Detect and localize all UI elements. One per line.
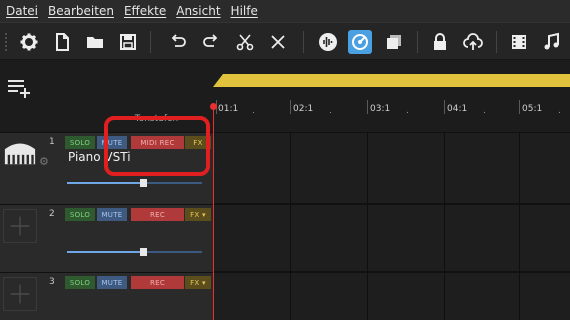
highlight-annotation [104, 116, 210, 176]
volume-slider-fill [67, 251, 143, 253]
snap-icon[interactable] [348, 30, 372, 54]
track-lane-1[interactable] [213, 133, 570, 203]
app-window: Datei Bearbeiten Effekte Ansicht Hilfe T… [0, 0, 570, 320]
bar-gridline [367, 132, 368, 320]
delete-icon[interactable] [266, 30, 290, 54]
waveform-icon[interactable] [316, 30, 340, 54]
fx-button[interactable]: FX ▾ [185, 276, 211, 289]
solo-button[interactable]: SOLO [65, 208, 95, 221]
bar-gridline [290, 132, 291, 320]
beat-dot: . [558, 106, 561, 116]
timeline-ruler[interactable] [213, 60, 570, 132]
volume-slider-knob[interactable] [139, 248, 147, 256]
playhead-handle[interactable] [210, 103, 217, 110]
beat-dot: . [329, 106, 332, 116]
empty-track-icon[interactable] [3, 277, 37, 311]
music-note-icon[interactable] [540, 30, 564, 54]
beat-dot: . [252, 106, 255, 116]
bar-tick [367, 100, 368, 114]
bar-gridline [519, 132, 520, 320]
bar-tick [519, 100, 520, 114]
track-number: 1 [49, 137, 55, 147]
toolbar-separator [303, 31, 304, 53]
rec-button[interactable]: REC [131, 276, 184, 289]
save-icon[interactable] [116, 30, 140, 54]
track-settings-icon[interactable]: ⚙ [39, 155, 49, 168]
bar-label: 04:1 [447, 104, 468, 114]
rec-button[interactable]: REC [131, 208, 184, 221]
menu-bearbeiten[interactable]: Bearbeiten [48, 4, 114, 18]
undo-icon[interactable] [166, 30, 190, 54]
volume-slider[interactable] [67, 179, 202, 187]
folders-icon[interactable] [382, 30, 406, 54]
toolbar-separator [417, 31, 418, 53]
lock-icon[interactable] [428, 30, 452, 54]
fx-button[interactable]: FX ▾ [185, 208, 211, 221]
beat-dot: . [483, 106, 486, 116]
bar-label: 01:1 [218, 104, 239, 114]
track-header-2[interactable]: 2 SOLO MUTE REC FX ▾ [0, 204, 213, 272]
loop-start-marker [213, 74, 223, 87]
beat-dot: . [406, 106, 409, 116]
film-icon[interactable] [507, 30, 531, 54]
menu-effekte[interactable]: Effekte [124, 4, 166, 18]
toolbar-separator [496, 31, 497, 53]
playhead[interactable] [213, 104, 214, 320]
volume-slider-knob[interactable] [139, 179, 147, 187]
bar-label: 03:1 [370, 104, 391, 114]
bar-label: 05:1 [522, 104, 543, 114]
scissors-icon[interactable] [233, 30, 257, 54]
bar-tick [290, 100, 291, 114]
menu-hilfe[interactable]: Hilfe [231, 4, 258, 18]
menu-bar: Datei Bearbeiten Effekte Ansicht Hilfe [0, 0, 570, 22]
track-header-3[interactable]: 3 SOLO MUTE REC FX ▾ [0, 272, 213, 320]
track-number: 2 [49, 209, 55, 219]
bar-label: 02:1 [293, 104, 314, 114]
folder-icon[interactable] [83, 30, 107, 54]
solo-button[interactable]: SOLO [65, 136, 95, 149]
mute-button[interactable]: MUTE [97, 276, 127, 289]
menu-ansicht[interactable]: Ansicht [176, 4, 220, 18]
toolbar-separator [150, 31, 151, 53]
solo-button[interactable]: SOLO [65, 276, 95, 289]
gear-icon[interactable] [17, 30, 41, 54]
piano-icon[interactable] [3, 137, 37, 171]
volume-slider-fill [67, 182, 143, 184]
cloud-upload-icon[interactable] [461, 30, 485, 54]
menu-datei[interactable]: Datei [6, 4, 38, 18]
empty-track-icon[interactable] [3, 209, 37, 243]
loop-range-bar[interactable] [213, 74, 570, 87]
track-lane-2[interactable] [213, 205, 570, 271]
volume-slider[interactable] [67, 248, 202, 256]
add-track-icon[interactable] [6, 77, 32, 99]
mute-button[interactable]: MUTE [97, 208, 127, 221]
bar-tick [444, 100, 445, 114]
toolbar-grip [5, 32, 7, 52]
new-file-icon[interactable] [50, 30, 74, 54]
redo-icon[interactable] [199, 30, 223, 54]
track-number: 3 [49, 277, 55, 287]
bar-gridline [444, 132, 445, 320]
track-lane-3[interactable] [213, 273, 570, 320]
toolbar [0, 22, 570, 60]
